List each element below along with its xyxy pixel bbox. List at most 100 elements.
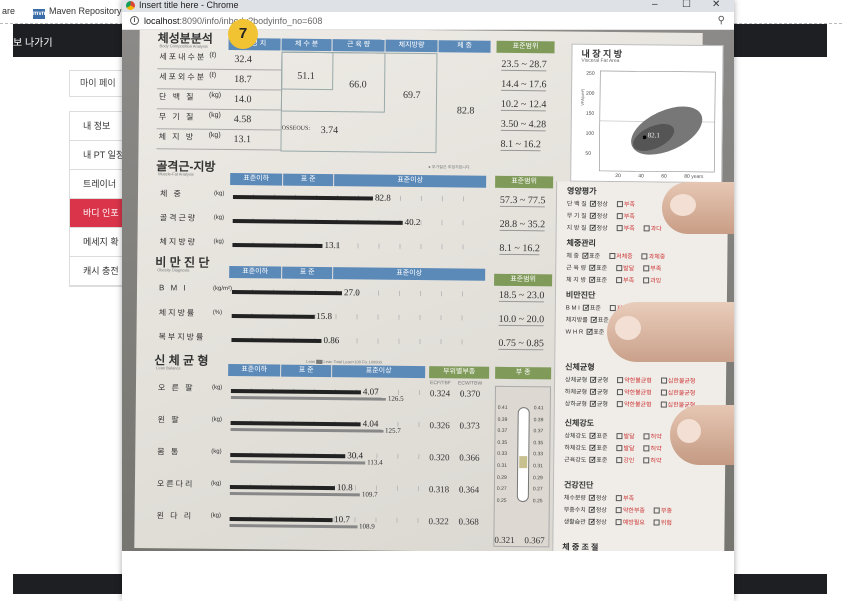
sidebar-item[interactable]: 캐시 충전 <box>70 257 128 286</box>
sidebar-item[interactable]: 메세지 확 <box>70 228 128 257</box>
eval-row-label: 체 중 <box>566 253 580 260</box>
eval-row-label: 상체강도 <box>564 433 587 440</box>
zoom-icon[interactable]: ⚲ <box>718 15 725 26</box>
bc-row-label: 세포내수분 <box>159 52 207 62</box>
checkbox-label: 저체중 <box>616 254 633 261</box>
checkbox <box>660 401 667 408</box>
edema-band <box>519 456 528 469</box>
bar-row-range: 28.8 ~ 35.2 <box>499 218 546 232</box>
checkbox-label: 강인 <box>623 458 635 465</box>
bar-row-label: 몸 통 <box>157 447 181 457</box>
bar-row: 27.0 <box>231 281 482 304</box>
bar-row: 0.86 <box>231 329 482 352</box>
checkbox-label: 과체중 <box>648 254 666 261</box>
checkbox-label: 균형 <box>597 377 609 384</box>
eval-row-label: 체 지 방 <box>566 277 587 284</box>
eval-row-label: 하체균형 <box>564 389 588 396</box>
bc-row-label: 체 지 방 <box>158 132 196 142</box>
checkbox-label: 부족 <box>623 214 635 221</box>
site-info-icon[interactable]: i <box>130 16 139 25</box>
bar-row-unit: (kg) <box>210 512 222 519</box>
checkbox <box>616 445 623 452</box>
address-bar[interactable]: i localhost:8090/info/inbody?bodyinfo_no… <box>122 12 734 30</box>
edema-scale-tick: 0.25 <box>532 498 543 505</box>
bar-row-range: 0.75 ~ 0.85 <box>498 337 544 351</box>
inbody-sheet: 체성분분석 Body Composition Analysis 측 정 치 체 … <box>134 30 729 551</box>
visceral-x-tick: 60 <box>661 173 667 180</box>
muscle-fat-subtitle: Muscle-Fat Analysis <box>158 171 194 177</box>
checkbox <box>616 225 623 232</box>
minimize-button[interactable]: – <box>652 0 658 10</box>
checkbox <box>615 507 622 514</box>
checkbox <box>588 506 595 513</box>
eval-row-label: 부종수치 <box>563 507 586 514</box>
sidebar-item[interactable]: 내 PT 일정 <box>70 141 128 170</box>
bc-row-value: 4.58 <box>233 114 252 126</box>
eval-row: 체 지 방 표준 부족 과잉 <box>566 275 667 285</box>
edema-scale-tick: 0.25 <box>496 497 507 504</box>
bar-row: 82.8 <box>232 186 483 209</box>
checkbox <box>582 304 589 311</box>
checkbox <box>582 252 589 259</box>
mf-hdr-std: 표 준 <box>283 173 334 187</box>
eval-row: 근 육 량 표준 발달 부족 <box>566 263 667 273</box>
eval-row: 무 기 질 정상 부족 <box>567 211 641 221</box>
bar-value-secondary: 113.4 <box>367 458 383 467</box>
bar-row-label: 왼 다 리 <box>156 511 194 521</box>
eval-row: W H R 표준 <box>566 327 611 336</box>
bar-fill <box>230 389 361 395</box>
inbody-photo: 체성분분석 Body Composition Analysis 측 정 치 체 … <box>122 30 734 551</box>
bookmark-partial[interactable]: are <box>2 6 15 16</box>
bookmark-maven[interactable]: mvn Maven Repository <box>33 6 122 19</box>
nav-logout-link[interactable]: 보 나가기 <box>13 34 53 49</box>
bar-value-secondary: 126.5 <box>387 394 404 403</box>
checkbox <box>643 277 650 284</box>
checkbox-label: 심한불균형 <box>667 378 696 385</box>
visceral-x-tick: 20 <box>615 173 621 180</box>
checkbox <box>643 433 650 440</box>
bc-row-divider <box>157 88 282 91</box>
mf-hdr-over: 표준이상 <box>334 174 487 188</box>
hdr-muscle: 근 육 량 <box>332 39 385 52</box>
checkbox-label: 표준 <box>589 305 601 312</box>
fatfree-value: 69.7 <box>402 89 421 102</box>
maximize-button[interactable]: ☐ <box>682 0 691 10</box>
eval-row-label: 근 육 량 <box>566 265 587 272</box>
checkbox <box>617 377 624 384</box>
bar-row-label: 오 른 팔 <box>157 383 195 393</box>
eval-row: 하체균형 균형 약한불균형 심한불균형 <box>565 387 701 397</box>
edema-total-ecw: 0.367 <box>524 535 545 546</box>
visceral-x-unit: years <box>691 173 704 180</box>
checkbox <box>616 201 623 208</box>
hdr-weight: 체 중 <box>438 40 491 53</box>
bc-row-divider <box>156 128 281 131</box>
checkbox <box>590 376 597 383</box>
close-button[interactable]: ✕ <box>712 0 720 10</box>
water-value: 51.1 <box>297 70 315 82</box>
bar-fill-secondary <box>230 460 366 465</box>
checkbox-label: 과잉 <box>650 278 662 285</box>
sidebar-item[interactable]: 바디 인포 <box>70 199 128 228</box>
checkbox <box>588 276 596 283</box>
bar-row-label: 골격근량 <box>159 213 198 223</box>
ecf-value: 0.320 <box>429 452 450 463</box>
eval-row-label: 체수분량 <box>563 495 586 502</box>
bc-row-unit: (ℓ) <box>209 71 217 79</box>
balance-subtitle: Lean Balance <box>156 365 181 371</box>
visceral-x-tick: 80 <box>684 173 690 180</box>
checkbox-label: 부족 <box>623 278 635 285</box>
ecf-value: 0.322 <box>428 516 449 527</box>
bar-row-label: 왼 팔 <box>157 415 181 425</box>
sidebar-item[interactable]: 트레이너 <box>70 170 128 199</box>
visceral-y-tick: 100 <box>585 130 595 137</box>
checkbox-label: 정상 <box>596 201 608 208</box>
bar-fill <box>229 517 333 523</box>
bar-row-label: 체 중 <box>159 189 183 199</box>
bc-row-label: 세포외수분 <box>159 72 207 82</box>
bar-row-unit: (%) <box>212 309 223 316</box>
bar-row-label: B M I <box>158 283 188 293</box>
visceral-point-label: 82.1 <box>647 131 660 140</box>
sidebar-item[interactable]: 내 정보 <box>70 112 128 141</box>
bar-value-secondary: 108.9 <box>358 522 375 531</box>
bar-fill <box>230 421 361 427</box>
